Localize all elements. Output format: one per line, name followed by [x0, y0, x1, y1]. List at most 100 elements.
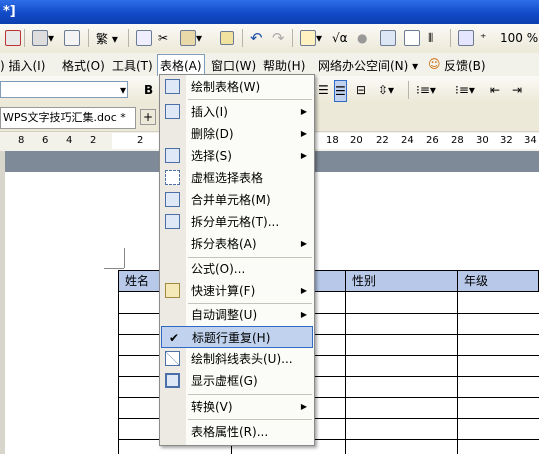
- traditional-chinese-icon[interactable]: 繁 ▾: [96, 28, 118, 48]
- align-center-icon[interactable]: ☰: [318, 80, 329, 100]
- menu-item-dashed-select[interactable]: 虚框选择表格: [161, 167, 313, 189]
- menu-item-label: 公式(O)...: [191, 262, 246, 276]
- print-preview-icon[interactable]: [64, 28, 80, 48]
- submenu-arrow-icon: ▶: [300, 402, 307, 411]
- increase-indent-icon[interactable]: ⇥: [512, 80, 522, 100]
- format-painter-icon[interactable]: [220, 28, 234, 48]
- menu-item-label: 表格属性(R)...: [191, 425, 269, 439]
- menu-item-label: 绘制表格(W): [191, 80, 261, 94]
- menu-feedback[interactable]: 反馈(B): [444, 57, 486, 74]
- formula-icon[interactable]: √α: [332, 28, 348, 48]
- copy-icon[interactable]: [136, 28, 152, 48]
- menu-item-split-cells[interactable]: 拆分单元格(T)...: [161, 211, 313, 233]
- align-justify-icon[interactable]: ☰: [334, 80, 347, 102]
- menu-window[interactable]: 窗口(W): [211, 57, 256, 74]
- menu-format[interactable]: 格式(O): [62, 57, 105, 74]
- distribute-icon[interactable]: ⊟: [356, 80, 366, 100]
- numbering-icon[interactable]: ⁝≡▾: [416, 80, 436, 100]
- submenu-arrow-icon: ▶: [300, 129, 307, 138]
- ruler-label: 34: [524, 135, 537, 146]
- menu-item-label: 虚框选择表格: [191, 171, 264, 185]
- table-header-cell[interactable]: 年级: [457, 270, 539, 292]
- menu-item-merge-cells[interactable]: 合并单元格(M): [161, 189, 313, 211]
- menu-item-label: 快速计算(F): [191, 284, 256, 298]
- submenu-arrow-icon: ▶: [300, 286, 307, 295]
- standard-toolbar: ▾ 繁 ▾ ✂ ▾ ↶ ↷ ▾ √α ● ⦀ ⁺ 100 %: [0, 24, 539, 54]
- menu-item-draw-table[interactable]: 绘制表格(W): [161, 76, 313, 98]
- menu-item-label: 标题行重复(H): [192, 331, 271, 345]
- show-marks-icon[interactable]: ⁺: [480, 28, 486, 48]
- decrease-indent-icon[interactable]: ⇤: [490, 80, 500, 100]
- menu-item-formula[interactable]: 公式(O)...: [161, 258, 313, 280]
- chevron-down-icon[interactable]: ▾: [120, 80, 126, 100]
- pdf-icon[interactable]: [5, 28, 21, 48]
- menu-item-show-gridlines[interactable]: 显示虚框(G): [161, 370, 313, 392]
- cut-icon[interactable]: ✂: [158, 28, 168, 48]
- table-column-line: [345, 292, 346, 454]
- menu-item-table-properties[interactable]: 表格属性(R)...: [161, 421, 313, 443]
- menu-item-label: 自动调整(U): [191, 308, 258, 322]
- dashed-select-icon: [165, 170, 180, 185]
- margin-mark: [124, 248, 125, 268]
- quick-calc-icon: [165, 283, 180, 298]
- table-header-cell[interactable]: 性别: [345, 270, 458, 292]
- sheet-icon[interactable]: [404, 28, 420, 48]
- menu-item-label: 绘制斜线表头(U)...: [191, 352, 293, 366]
- menu-item-repeat-header[interactable]: ✔ 标题行重复(H): [161, 326, 313, 348]
- submenu-arrow-icon: ▶: [300, 107, 307, 116]
- menu-item-label: 插入(I): [191, 105, 228, 119]
- table-column-line: [457, 292, 458, 454]
- menu-item-auto-fit[interactable]: 自动调整(U) ▶: [161, 304, 313, 326]
- ruler-label: 20: [350, 135, 363, 146]
- columns-icon[interactable]: ⦀: [428, 28, 433, 48]
- menu-item-label: 拆分表格(A): [191, 237, 257, 251]
- undo-icon[interactable]: ↶: [250, 28, 263, 48]
- line-spacing-icon[interactable]: ⇳▾: [378, 80, 394, 100]
- menu-help[interactable]: 帮助(H): [263, 57, 305, 74]
- font-size-select[interactable]: [0, 81, 128, 98]
- menu-item-convert[interactable]: 转换(V) ▶: [161, 396, 313, 418]
- menu-item-quick-calc[interactable]: 快速计算(F) ▶: [161, 280, 313, 302]
- menu-item-select[interactable]: 选择(S) ▶: [161, 145, 313, 167]
- redo-icon[interactable]: ↷: [272, 28, 285, 48]
- print-icon[interactable]: ▾: [32, 28, 54, 48]
- split-cells-icon: [165, 214, 180, 229]
- menu-item-label: 合并单元格(M): [191, 193, 271, 207]
- window-title: *]: [3, 4, 16, 19]
- ruler-label: 2: [90, 135, 97, 146]
- paste-icon[interactable]: ▾: [180, 28, 202, 48]
- insert-icon: [165, 104, 180, 119]
- ruler-label: 24: [401, 135, 414, 146]
- menu-item-diagonal-header[interactable]: 绘制斜线表头(U)...: [161, 348, 313, 370]
- tab-document[interactable]: WPS文字技巧汇集.doc *: [0, 107, 136, 129]
- ruler-label: 30: [476, 135, 489, 146]
- menu-item-insert[interactable]: 插入(I) ▶: [161, 101, 313, 123]
- globe-icon[interactable]: ●: [357, 28, 367, 48]
- zoom-level[interactable]: 100 %: [500, 28, 538, 48]
- checkmark-icon: ✔: [169, 331, 180, 345]
- select-table-icon: [165, 148, 180, 163]
- bold-icon[interactable]: B: [144, 80, 153, 100]
- submenu-arrow-icon: ▶: [300, 310, 307, 319]
- grid-icon[interactable]: [380, 28, 396, 48]
- menu-network-office[interactable]: 网络办公空间(N) ▾: [318, 57, 418, 74]
- merge-cells-icon: [165, 192, 180, 207]
- table-icon[interactable]: ▾: [300, 28, 322, 48]
- menu-item-split-table[interactable]: 拆分表格(A) ▶: [161, 233, 313, 255]
- menu-item-label: 拆分单元格(T)...: [191, 215, 280, 229]
- ruler-white: [112, 133, 159, 149]
- new-tab-icon[interactable]: +: [140, 109, 156, 125]
- draw-table-icon: [165, 79, 180, 94]
- menu-item-label: 显示虚框(G): [191, 374, 258, 388]
- menu-separator: [188, 394, 312, 395]
- ruler-label: 32: [500, 135, 513, 146]
- menu-tools[interactable]: 工具(T): [112, 57, 153, 74]
- bullets-icon[interactable]: ⁝≡▾: [455, 80, 475, 100]
- ruler-label: 8: [18, 135, 25, 146]
- table-column-line: [118, 292, 119, 454]
- menu-insert[interactable]: ) 插入(I): [0, 57, 45, 74]
- drawing-icon[interactable]: [458, 28, 474, 48]
- ruler-label: 4: [66, 135, 73, 146]
- ruler-label: 18: [326, 135, 339, 146]
- menu-item-delete[interactable]: 删除(D) ▶: [161, 123, 313, 145]
